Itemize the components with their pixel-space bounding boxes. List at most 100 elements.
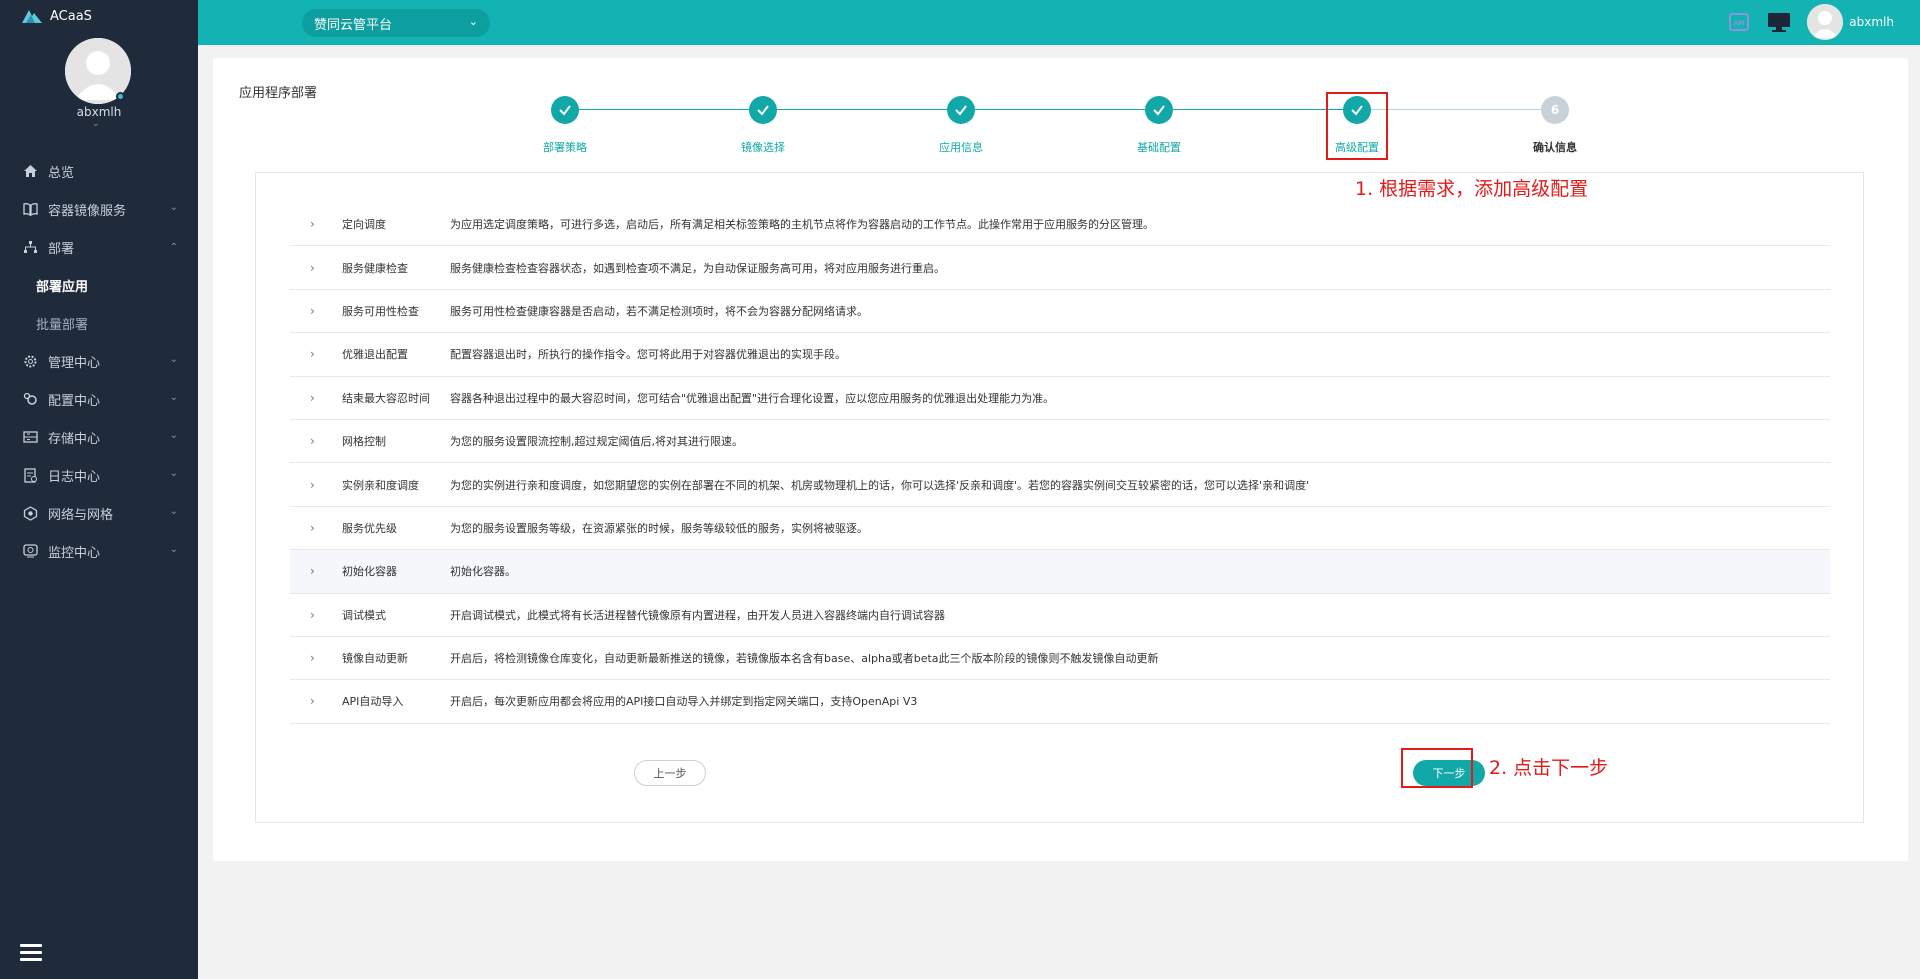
platform-select[interactable]: 赞同云管平台 ⌄: [302, 9, 490, 37]
step-1-check-icon[interactable]: [551, 96, 579, 124]
config-row-description: 为应用选定调度策略，可进行多选，启动后，所有满足相关标签策略的主机节点将作为容器…: [450, 218, 1154, 232]
step-4-check-icon[interactable]: [1145, 96, 1173, 124]
config-row-description: 容器各种退出过程中的最大容忍时间，您可结合"优雅退出配置"进行合理化设置，应以您…: [450, 391, 1055, 405]
prev-step-button[interactable]: 上一步: [634, 760, 706, 786]
svg-text:API: API: [1734, 20, 1745, 28]
sidebar-item-label: 总览: [48, 165, 75, 181]
chevron-right-icon[interactable]: ›: [310, 434, 315, 448]
chevron-right-icon[interactable]: ›: [310, 564, 315, 578]
step-label: 镜像选择: [741, 141, 785, 154]
config-row[interactable]: › 网格控制 为您的服务设置限流控制,超过规定阈值后,将对其进行限速。: [290, 420, 1830, 464]
config-row[interactable]: › 优雅退出配置 配置容器退出时，所执行的操作指令。您可将此用于对容器优雅退出的实现…: [290, 333, 1830, 377]
step-label: 基础配置: [1137, 141, 1181, 154]
step-6-number[interactable]: 6: [1541, 96, 1569, 124]
sidebar-subitem-batch-deploy[interactable]: 批量部署: [0, 304, 198, 342]
sidebar-item-storage[interactable]: 存储中心 ⌄: [0, 418, 198, 456]
config-row[interactable]: › API自动导入 开启后，每次更新应用都会将应用的API接口自动导入并绑定到指定网…: [290, 680, 1830, 724]
config-row-name: 结束最大容忍时间: [342, 391, 430, 405]
config-row-description: 为您的实例进行亲和度调度，如您期望您的实例在部署在不同的机架、机房或物理机上的话…: [450, 478, 1310, 492]
sitemap-icon: [22, 239, 38, 255]
config-row-name: 定向调度: [342, 218, 386, 232]
chevron-right-icon[interactable]: ›: [310, 217, 315, 231]
sidebar-item-monitor[interactable]: 监控中心 ⌄: [0, 532, 198, 570]
config-row-name: 初始化容器: [342, 565, 397, 579]
step-connector: [579, 109, 749, 110]
api-icon[interactable]: API: [1727, 10, 1751, 34]
chevron-right-icon[interactable]: ›: [310, 478, 315, 492]
chevron-right-icon[interactable]: ›: [310, 608, 315, 622]
chevron-right-icon[interactable]: ›: [310, 304, 315, 318]
sidebar-item-registry[interactable]: 容器镜像服务 ⌄: [0, 190, 198, 228]
config-row-name: 实例亲和度调度: [342, 478, 419, 492]
stepper: 6 部署策略 镜像选择 应用信息 基础配置 高级配置 确认信息: [213, 58, 1908, 160]
step-connector: [1371, 109, 1541, 110]
config-row-name: 镜像自动更新: [342, 652, 408, 666]
chevron-down-icon: ⌄: [169, 430, 178, 441]
config-row[interactable]: › 结束最大容忍时间 容器各种退出过程中的最大容忍时间，您可结合"优雅退出配置"进行…: [290, 377, 1830, 420]
storage-icon: [22, 429, 38, 445]
chevron-right-icon[interactable]: ›: [310, 261, 315, 275]
sidebar-item-config[interactable]: 配置中心 ⌄: [0, 380, 198, 418]
chevron-down-icon: ⌄: [169, 506, 178, 517]
sidebar-item-network[interactable]: 网络与网格 ⌄: [0, 494, 198, 532]
top-actions: API abxmlh: [1727, 4, 1894, 40]
config-row-name: 服务可用性检查: [342, 304, 419, 318]
annotation-highlight-box: [1401, 748, 1473, 788]
top-user-menu[interactable]: abxmlh: [1807, 4, 1894, 40]
config-row-description: 为您的服务设置服务等级，在资源紧张的时候，服务等级较低的服务，实例将被驱逐。: [450, 521, 868, 535]
chevron-down-icon: ⌄: [169, 354, 178, 365]
sidebar-item-management[interactable]: 管理中心 ⌄: [0, 342, 198, 380]
annotation-text: 2. 点击下一步: [1489, 757, 1609, 779]
annotation-highlight-box: [1326, 92, 1388, 160]
app-logo[interactable]: ACaaS: [20, 8, 92, 24]
log-icon: [22, 467, 38, 483]
desktop-icon[interactable]: [1767, 10, 1791, 34]
chevron-down-icon[interactable]: ⌄: [92, 119, 100, 129]
chevron-down-icon: ⌄: [468, 15, 478, 28]
chevron-down-icon: ⌄: [169, 544, 178, 555]
step-3-check-icon[interactable]: [947, 96, 975, 124]
sidebar-item-label: 存储中心: [48, 431, 101, 447]
sidebar-item-label: 网络与网格: [48, 507, 114, 523]
config-row[interactable]: › 服务可用性检查 服务可用性检查健康容器是否启动，若不满足检测项时，将不会为容器分…: [290, 290, 1830, 334]
sidebar-menu: 总览 容器镜像服务 ⌄ 部署 ⌃ 部署应用 批量部署 管理中心 ⌄ 配置中心 ⌄…: [0, 152, 198, 570]
sidebar-item-overview[interactable]: 总览: [0, 152, 198, 190]
step-label: 应用信息: [939, 141, 983, 154]
monitor-icon: [22, 543, 38, 559]
step-label: 确认信息: [1533, 141, 1577, 154]
step-2-check-icon[interactable]: [749, 96, 777, 124]
hamburger-menu-icon[interactable]: [20, 944, 42, 962]
logo-text: ACaaS: [50, 8, 92, 24]
chevron-right-icon[interactable]: ›: [310, 347, 315, 361]
config-row-name: 优雅退出配置: [342, 348, 408, 362]
chevron-right-icon[interactable]: ›: [310, 521, 315, 535]
chevron-right-icon[interactable]: ›: [310, 694, 315, 708]
sidebar-item-logs[interactable]: 日志中心 ⌄: [0, 456, 198, 494]
config-row[interactable]: › 初始化容器 初始化容器。: [290, 550, 1830, 594]
chevron-right-icon[interactable]: ›: [310, 651, 315, 665]
sidebar-item-label: 容器镜像服务: [48, 203, 127, 219]
config-row[interactable]: › 服务优先级 为您的服务设置服务等级，在资源紧张的时候，服务等级较低的服务，实例将…: [290, 507, 1830, 551]
step-connector: [975, 109, 1145, 110]
config-icon: [22, 391, 38, 407]
config-row-name: 服务优先级: [342, 521, 397, 535]
gear-icon: [22, 353, 38, 369]
config-row-description: 初始化容器。: [450, 565, 516, 579]
sidebar-subitem-deploy-app[interactable]: 部署应用: [0, 266, 198, 304]
sidebar-item-deploy[interactable]: 部署 ⌃: [0, 228, 198, 266]
step-connector: [1173, 109, 1343, 110]
config-row-description: 配置容器退出时，所执行的操作指令。您可将此用于对容器优雅退出的实现手段。: [450, 348, 846, 362]
chevron-down-icon: ⌄: [169, 468, 178, 479]
config-row-description: 服务可用性检查健康容器是否启动，若不满足检测项时，将不会为容器分配网络请求。: [450, 304, 868, 318]
sidebar-item-label: 监控中心: [48, 545, 101, 561]
sidebar-username: abxmlh: [76, 105, 122, 119]
online-status-dot: [116, 92, 125, 101]
config-row[interactable]: › 定向调度 为应用选定调度策略，可进行多选，启动后，所有满足相关标签策略的主机节点…: [290, 203, 1830, 247]
config-row[interactable]: › 服务健康检查 服务健康检查检查容器状态，如遇到检查项不满足，为自动保证服务高可用…: [290, 246, 1830, 290]
avatar: [1807, 4, 1844, 40]
config-row-description: 开启调试模式，此模式将有长活进程替代镜像原有内置进程，由开发人员进入容器终端内自…: [450, 608, 945, 622]
chevron-right-icon[interactable]: ›: [310, 391, 315, 405]
config-row[interactable]: › 镜像自动更新 开启后，将检测镜像仓库变化，自动更新最新推送的镜像，若镜像版本名含…: [290, 637, 1830, 681]
config-row[interactable]: › 调试模式 开启调试模式，此模式将有长活进程替代镜像原有内置进程，由开发人员进入容…: [290, 594, 1830, 637]
config-row[interactable]: › 实例亲和度调度 为您的实例进行亲和度调度，如您期望您的实例在部署在不同的机架、机…: [290, 463, 1830, 507]
